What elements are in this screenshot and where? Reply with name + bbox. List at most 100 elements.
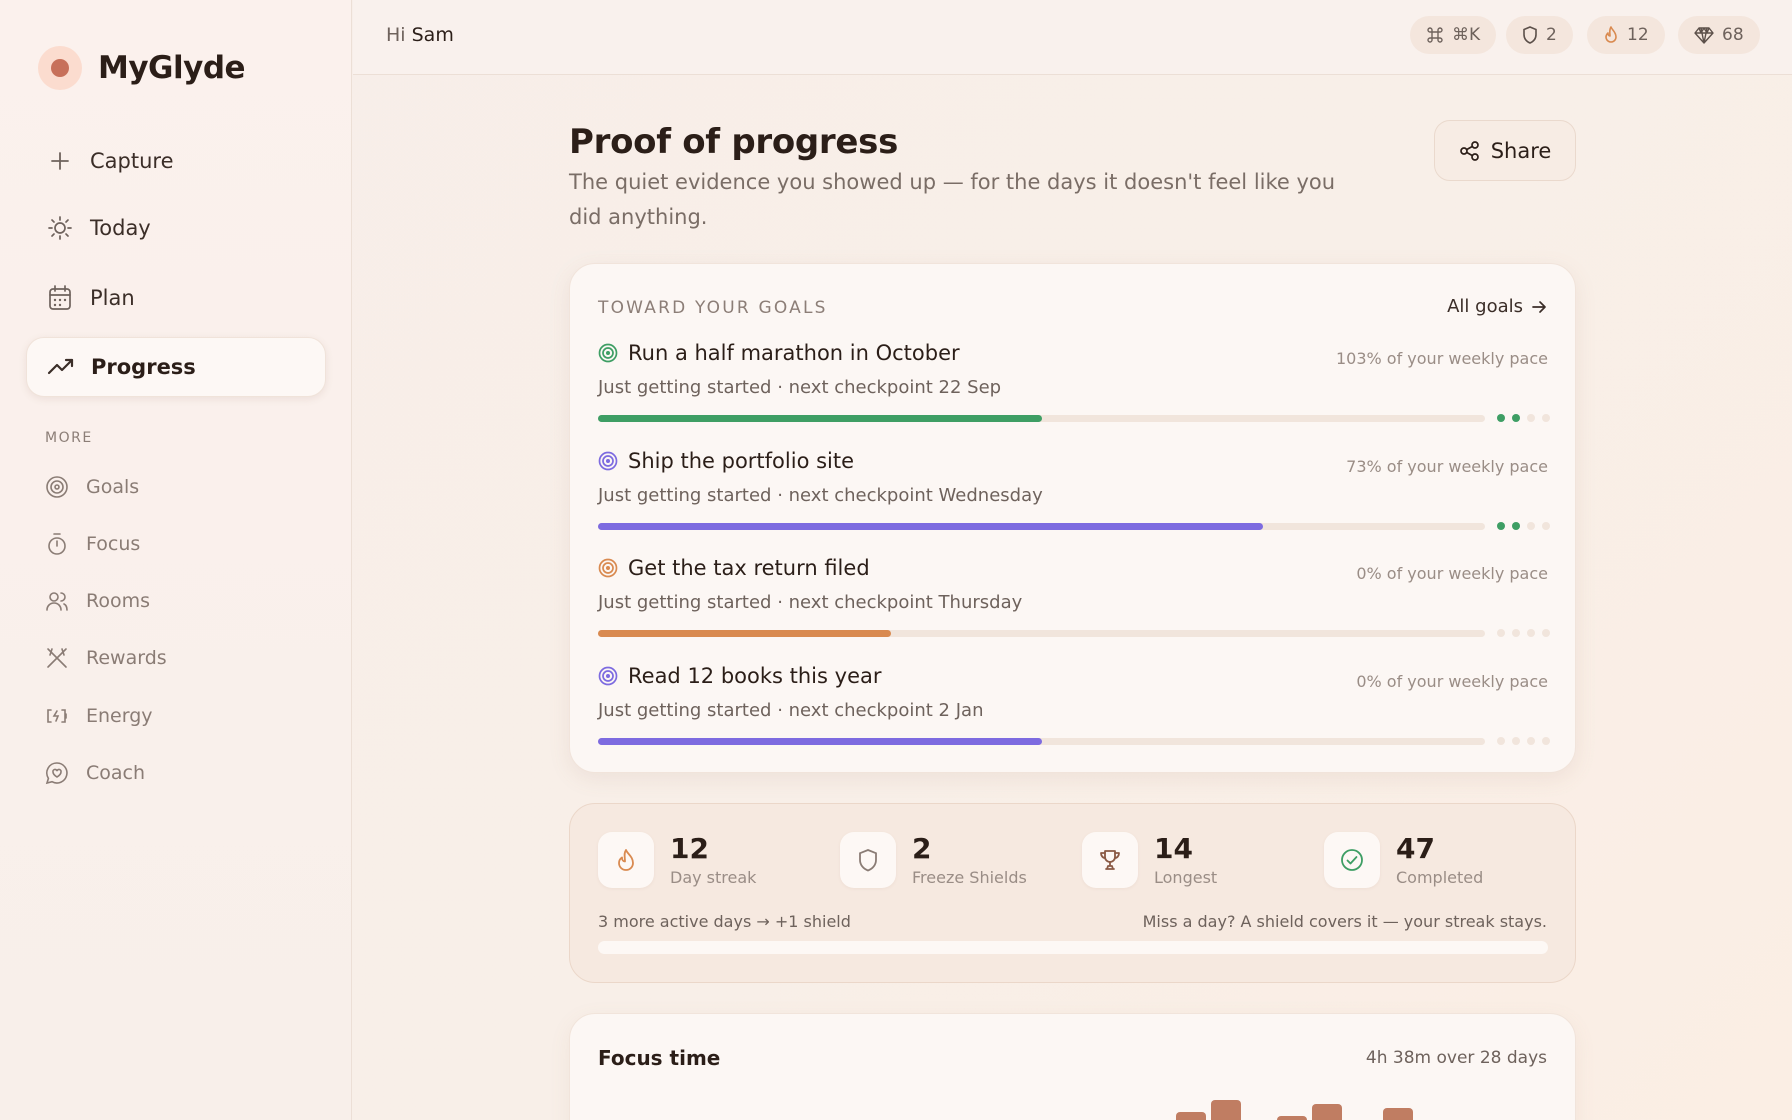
checkpoint-dot — [1542, 737, 1550, 745]
sidebar-item-energy[interactable]: Energy — [44, 696, 153, 736]
goal-item[interactable]: Get the tax return filed Just getting st… — [598, 556, 1550, 656]
greeting-prefix: Hi — [386, 24, 406, 46]
target-icon — [44, 474, 70, 500]
stat-label: Freeze Shields — [912, 867, 1027, 887]
nav-item-capture[interactable]: Capture — [26, 131, 326, 191]
shield-progress-track — [598, 941, 1548, 954]
gift-icon — [44, 645, 70, 671]
sidebar-item-rooms[interactable]: Rooms — [44, 581, 150, 621]
streak-counter[interactable]: 12 — [1587, 16, 1665, 54]
checkpoint-dot — [1542, 629, 1550, 637]
focus-bar — [1383, 1108, 1413, 1120]
gems-count: 68 — [1722, 25, 1744, 45]
shields-counter[interactable]: 2 — [1506, 16, 1573, 54]
nav-item-progress[interactable]: Progress — [26, 337, 326, 397]
goal-title: Ship the portfolio site — [628, 449, 855, 473]
goal-progress-fill — [598, 630, 891, 637]
more-section-label: MORE — [45, 430, 93, 446]
goal-item[interactable]: Read 12 books this year Just getting sta… — [598, 664, 1550, 764]
checkpoint-dot — [1512, 629, 1520, 637]
sidebar: MyGlyde Capture Today Plan Progress MORE — [0, 0, 352, 1120]
page-title: Proof of progress — [569, 122, 899, 162]
all-goals-link[interactable]: All goals — [1447, 296, 1547, 317]
goal-checkpoint-dots — [1497, 522, 1550, 530]
goal-title-row: Ship the portfolio site — [598, 449, 854, 473]
goals-card: TOWARD YOUR GOALS All goals Run a half m… — [569, 263, 1576, 773]
brand-logo-icon — [38, 46, 82, 90]
gem-icon — [1694, 26, 1714, 44]
streak-count: 12 — [1627, 25, 1649, 45]
stat-value: 2 — [912, 831, 932, 865]
goal-item[interactable]: Run a half marathon in October Just gett… — [598, 341, 1550, 441]
goal-progress-track — [598, 523, 1485, 530]
checkpoint-dot — [1527, 737, 1535, 745]
check-circle-icon — [1324, 832, 1380, 888]
sidebar-item-label: Coach — [86, 762, 146, 784]
shield-explainer-note: Miss a day? A shield covers it — your st… — [1142, 912, 1547, 931]
sidebar-item-label: Rooms — [86, 590, 151, 612]
checkpoint-dot — [1497, 737, 1505, 745]
nav-item-today[interactable]: Today — [26, 198, 326, 258]
goal-progress-track — [598, 738, 1485, 745]
goal-pace: 0% of your weekly pace — [1356, 564, 1548, 583]
checkpoint-dot — [1497, 629, 1505, 637]
focus-bar — [1211, 1100, 1241, 1120]
focus-bar-chart — [598, 1084, 1548, 1120]
share-button[interactable]: Share — [1434, 120, 1576, 181]
trophy-icon — [1082, 832, 1138, 888]
target-icon — [598, 666, 618, 686]
calendar-icon — [46, 284, 74, 312]
focus-bar — [1312, 1104, 1342, 1120]
share-label: Share — [1490, 138, 1552, 163]
checkpoint-dot — [1497, 522, 1505, 530]
trending-up-icon — [47, 353, 75, 381]
shields-count: 2 — [1546, 25, 1557, 45]
stat-completed: 47 Completed — [1324, 832, 1483, 888]
goal-pace: 0% of your weekly pace — [1356, 672, 1548, 691]
sidebar-item-focus[interactable]: Focus — [44, 524, 140, 564]
checkpoint-dot — [1497, 414, 1505, 422]
checkpoint-dot — [1512, 737, 1520, 745]
focus-title: Focus time — [598, 1046, 721, 1070]
focus-bar — [1277, 1116, 1307, 1120]
stat-value: 12 — [670, 831, 709, 865]
all-goals-label: All goals — [1447, 296, 1523, 317]
stat-label: Day streak — [670, 867, 757, 887]
chat-heart-icon — [44, 760, 70, 786]
command-icon — [1426, 26, 1444, 44]
sidebar-item-goals[interactable]: Goals — [44, 467, 139, 507]
brand[interactable]: MyGlyde — [38, 46, 246, 90]
brand-name: MyGlyde — [98, 50, 246, 86]
share-icon — [1459, 140, 1481, 162]
goal-subtitle: Just getting started · next checkpoint T… — [598, 592, 1023, 613]
streak-card: 12 Day streak 2 Freeze Shields 14 Longes… — [569, 803, 1576, 983]
stat-longest: 14 Longest — [1082, 832, 1217, 888]
goal-title-row: Get the tax return filed — [598, 556, 870, 580]
goal-progress-track — [598, 415, 1485, 422]
goal-title-row: Run a half marathon in October — [598, 341, 960, 365]
gems-counter[interactable]: 68 — [1678, 16, 1760, 54]
user-name: Sam — [411, 24, 454, 46]
goals-section-label: TOWARD YOUR GOALS — [598, 298, 828, 318]
goal-subtitle: Just getting started · next checkpoint W… — [598, 485, 1043, 506]
goal-subtitle: Just getting started · next checkpoint 2… — [598, 700, 984, 721]
goal-title: Get the tax return filed — [628, 556, 870, 580]
goal-pace: 103% of your weekly pace — [1335, 349, 1548, 368]
shield-icon — [840, 832, 896, 888]
command-palette-button[interactable]: ⌘K — [1410, 16, 1497, 54]
shortcut-label: ⌘K — [1452, 25, 1481, 45]
target-icon — [598, 343, 618, 363]
nav-item-plan[interactable]: Plan — [26, 268, 326, 328]
nav-label: Capture — [90, 149, 174, 173]
goal-progress-fill — [598, 738, 1042, 745]
focus-card: Focus time 4h 38m over 28 days — [569, 1013, 1576, 1120]
focus-summary: 4h 38m over 28 days — [1365, 1048, 1547, 1068]
sidebar-item-coach[interactable]: Coach — [44, 753, 145, 793]
sidebar-item-rewards[interactable]: Rewards — [44, 638, 167, 678]
goal-progress-fill — [598, 523, 1264, 530]
goal-title: Run a half marathon in October — [628, 341, 960, 365]
goal-item[interactable]: Ship the portfolio site Just getting sta… — [598, 449, 1550, 549]
checkpoint-dot — [1527, 414, 1535, 422]
stat-value: 14 — [1154, 831, 1193, 865]
sun-icon — [46, 214, 74, 242]
